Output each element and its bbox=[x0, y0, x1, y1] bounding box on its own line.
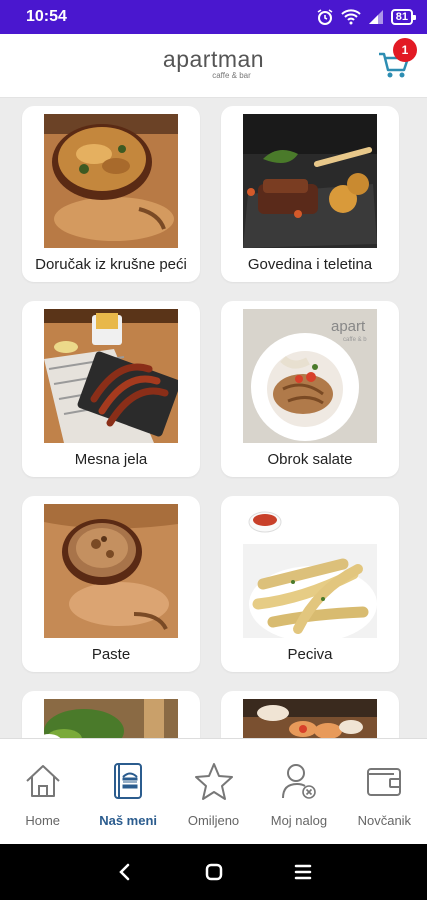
user-icon bbox=[281, 764, 316, 799]
category-card[interactable]: Peciva bbox=[221, 496, 399, 672]
star-icon bbox=[194, 763, 233, 800]
cart-count-badge: 1 bbox=[393, 38, 417, 62]
nav-home[interactable]: Home bbox=[0, 739, 85, 844]
category-label: Paste bbox=[91, 646, 131, 663]
alarm-icon bbox=[317, 9, 333, 25]
category-card[interactable]: apart caffe & b Obrok salate bbox=[221, 301, 399, 477]
bottom-navigation: Home Naš meni Omiljeno Moj nalog Novčani… bbox=[0, 738, 427, 844]
nav-account[interactable]: Moj nalog bbox=[256, 739, 341, 844]
cart-button[interactable]: 1 bbox=[377, 38, 417, 80]
sausages-photo bbox=[44, 309, 178, 443]
bread-sticks-photo bbox=[243, 504, 377, 638]
pasta-bowl-photo bbox=[44, 504, 178, 638]
nav-menu-label: Naš meni bbox=[99, 813, 158, 828]
app-header: apartman caffe & bar 1 bbox=[0, 34, 427, 98]
category-card[interactable]: Mesna jela bbox=[22, 301, 200, 477]
status-bar: 10:54 81 bbox=[0, 0, 427, 34]
brand-name: apartman bbox=[162, 46, 265, 72]
sushi-partial-photo bbox=[243, 699, 377, 738]
nav-wallet-label: Novčanik bbox=[357, 813, 412, 828]
category-label: Obrok salate bbox=[267, 451, 353, 468]
category-grid: Doručak iz krušne peći Govedina i teleti… bbox=[0, 98, 427, 738]
category-label: Mesna jela bbox=[74, 451, 148, 468]
brand-subtitle: caffe & bar bbox=[212, 71, 251, 80]
category-card[interactable]: Doručak iz krušne peći bbox=[22, 106, 200, 282]
status-time: 10:54 bbox=[26, 8, 67, 25]
category-label: Govedina i teletina bbox=[247, 256, 373, 273]
menu-book-icon bbox=[114, 763, 143, 799]
baked-dish-photo bbox=[44, 114, 178, 248]
category-card[interactable] bbox=[22, 691, 200, 738]
nav-favorites[interactable]: Omiljeno bbox=[171, 739, 256, 844]
status-icons: 81 bbox=[316, 8, 417, 26]
system-navigation-bar bbox=[0, 844, 427, 900]
salad-bowl-photo: apart caffe & b bbox=[243, 309, 377, 443]
nav-wallet[interactable]: Novčanik bbox=[342, 739, 427, 844]
home-icon bbox=[26, 765, 60, 797]
recents-icon[interactable] bbox=[293, 862, 313, 882]
wifi-icon bbox=[341, 9, 361, 25]
steak-plate-photo bbox=[243, 114, 377, 248]
nav-menu[interactable]: Naš meni bbox=[85, 739, 170, 844]
svg-text:apart: apart bbox=[331, 318, 366, 335]
wallet-icon bbox=[367, 768, 402, 796]
home-button-icon[interactable] bbox=[204, 862, 224, 882]
category-label: Doručak iz krušne peći bbox=[35, 256, 187, 273]
nav-favorites-label: Omiljeno bbox=[187, 813, 240, 828]
back-icon[interactable] bbox=[115, 862, 135, 882]
category-label: Peciva bbox=[287, 646, 333, 663]
nav-account-label: Moj nalog bbox=[270, 813, 328, 828]
svg-text:caffe & b: caffe & b bbox=[343, 337, 367, 343]
category-card[interactable]: Paste bbox=[22, 496, 200, 672]
battery-indicator: 81 bbox=[390, 9, 417, 25]
brand-logo: apartman caffe & bar bbox=[0, 47, 427, 80]
nav-home-label: Home bbox=[25, 813, 61, 828]
signal-icon bbox=[368, 10, 383, 24]
category-card[interactable]: Govedina i teletina bbox=[221, 106, 399, 282]
category-card[interactable] bbox=[221, 691, 399, 738]
salad-partial-photo bbox=[44, 699, 178, 738]
